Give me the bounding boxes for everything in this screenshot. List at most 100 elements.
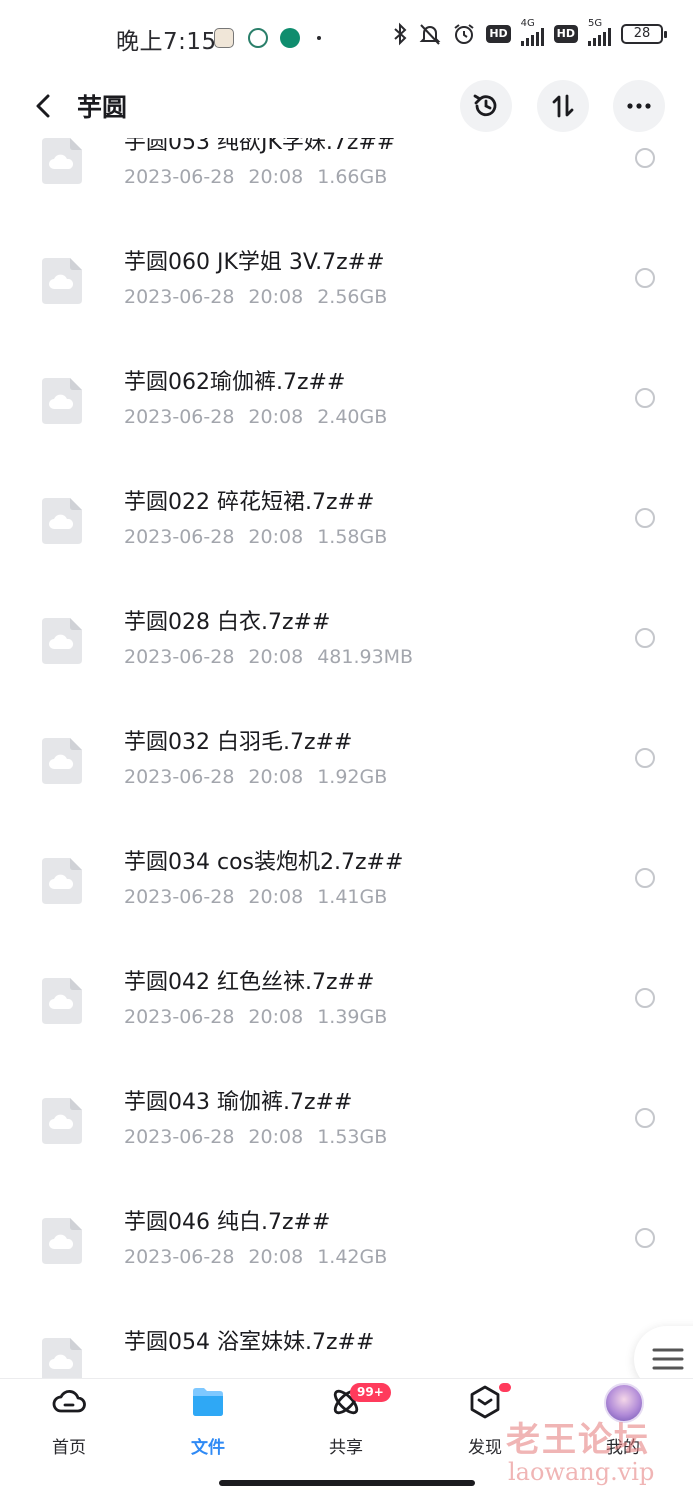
share-badge: 99+ <box>350 1383 391 1402</box>
select-radio[interactable] <box>635 868 655 888</box>
tab-home[interactable]: 首页 <box>19 1385 119 1465</box>
file-date: 2023-06-28 <box>124 406 235 428</box>
tab-files[interactable]: 文件 <box>158 1385 258 1465</box>
more-icon <box>627 103 651 109</box>
file-date: 2023-06-28 <box>124 646 235 668</box>
status-time: 晚上7:15 <box>116 29 217 55</box>
file-row[interactable]: 芋圆046 纯白.7z## 2023-06-28 20:08 1.42GB <box>0 1200 693 1320</box>
file-date: 2023-06-28 <box>124 1126 235 1148</box>
hd-badge-2: HD <box>553 25 578 43</box>
hamburger-menu-icon <box>652 1348 684 1370</box>
file-meta: 2023-06-28 20:08 2.56GB <box>124 286 401 308</box>
file-time: 20:08 <box>248 1246 304 1268</box>
file-row[interactable]: 芋圆062瑜伽裤.7z## 2023-06-28 20:08 2.40GB <box>0 360 693 480</box>
history-icon <box>473 94 497 117</box>
file-list[interactable]: 芋圆053 纯欲JK学妹.7z## 2023-06-28 20:08 1.66GB 芋圆… <box>0 138 693 1378</box>
file-name: 芋圆032 白羽毛.7z## <box>124 730 353 755</box>
select-radio[interactable] <box>635 508 655 528</box>
network-type-4g: 4G <box>520 18 535 29</box>
tab-share-label: 共享 <box>329 1438 363 1458</box>
file-time: 20:08 <box>248 286 304 308</box>
file-time: 20:08 <box>248 646 304 668</box>
file-size: 2.40GB <box>317 406 388 428</box>
status-icons: HD 4G HD 5G 28 <box>392 18 667 46</box>
file-size: 2.56GB <box>317 286 388 308</box>
sort-button[interactable] <box>537 80 589 132</box>
tab-home-label: 首页 <box>52 1438 86 1458</box>
file-name: 芋圆042 红色丝袜.7z## <box>124 970 375 995</box>
file-name: 芋圆034 cos装炮机2.7z## <box>124 850 404 875</box>
select-radio[interactable] <box>635 148 655 168</box>
file-size: 1.66GB <box>317 166 388 188</box>
back-button[interactable] <box>26 88 62 124</box>
file-row[interactable]: 芋圆053 纯欲JK学妹.7z## 2023-06-28 20:08 1.66GB <box>0 138 693 240</box>
file-meta: 2023-06-28 20:08 1.42GB <box>124 1246 401 1268</box>
notification-app-icon-2 <box>280 28 300 48</box>
cloud-file-icon <box>42 738 82 784</box>
select-radio[interactable] <box>635 628 655 648</box>
file-date: 2023-06-28 <box>124 526 235 548</box>
file-row[interactable]: 芋圆054 浴室妹妹.7z## <box>0 1320 693 1378</box>
signal-5g: 5G <box>588 18 611 46</box>
cloud-file-icon <box>42 1218 82 1264</box>
file-meta: 2023-06-28 20:08 2.40GB <box>124 406 401 428</box>
more-button[interactable] <box>613 80 665 132</box>
file-size: 1.42GB <box>317 1246 388 1268</box>
top-app-bar: 芋圆 <box>0 78 693 134</box>
select-radio[interactable] <box>635 1108 655 1128</box>
mute-bell-icon <box>419 24 441 45</box>
file-meta: 2023-06-28 20:08 1.66GB <box>124 166 401 188</box>
cloud-file-icon <box>42 618 82 664</box>
file-name: 芋圆053 纯欲JK学妹.7z## <box>124 138 396 155</box>
file-time: 20:08 <box>248 886 304 908</box>
signal-bars-icon-2 <box>588 28 611 46</box>
tab-share[interactable]: 99+ 共享 <box>296 1383 396 1465</box>
select-radio[interactable] <box>635 988 655 1008</box>
hd-badge: HD <box>486 25 511 43</box>
home-indicator[interactable] <box>219 1480 475 1486</box>
file-time: 20:08 <box>248 766 304 788</box>
file-size: 1.53GB <box>317 1126 388 1148</box>
file-name: 芋圆060 JK学姐 3V.7z## <box>124 250 385 275</box>
select-radio[interactable] <box>635 1228 655 1248</box>
file-row[interactable]: 芋圆060 JK学姐 3V.7z## 2023-06-28 20:08 2.56GB <box>0 240 693 360</box>
file-size: 1.58GB <box>317 526 388 548</box>
back-icon <box>36 94 50 118</box>
signal-bars-icon <box>520 28 544 46</box>
file-row[interactable]: 芋圆034 cos装炮机2.7z## 2023-06-28 20:08 1.41GB <box>0 840 693 960</box>
file-row[interactable]: 芋圆043 瑜伽裤.7z## 2023-06-28 20:08 1.53GB <box>0 1080 693 1200</box>
select-radio[interactable] <box>635 748 655 768</box>
file-name: 芋圆028 白衣.7z## <box>124 610 331 635</box>
file-date: 2023-06-28 <box>124 766 235 788</box>
file-time: 20:08 <box>248 166 304 188</box>
file-row[interactable]: 芋圆028 白衣.7z## 2023-06-28 20:08 481.93MB <box>0 600 693 720</box>
history-button[interactable] <box>460 80 512 132</box>
file-meta: 2023-06-28 20:08 1.53GB <box>124 1126 401 1148</box>
file-name: 芋圆054 浴室妹妹.7z## <box>124 1330 375 1355</box>
battery-icon: 28 <box>621 24 667 44</box>
file-meta: 2023-06-28 20:08 1.58GB <box>124 526 401 548</box>
cloud-file-icon <box>42 1098 82 1144</box>
alarm-icon <box>454 24 474 44</box>
file-date: 2023-06-28 <box>124 1246 235 1268</box>
file-name: 芋圆062瑜伽裤.7z## <box>124 370 346 395</box>
file-time: 20:08 <box>248 526 304 548</box>
cloud-file-icon <box>42 498 82 544</box>
file-row[interactable]: 芋圆022 碎花短裙.7z## 2023-06-28 20:08 1.58GB <box>0 480 693 600</box>
file-size: 481.93MB <box>317 646 414 668</box>
folder-icon <box>193 1388 223 1416</box>
file-row[interactable]: 芋圆042 红色丝袜.7z## 2023-06-28 20:08 1.39GB <box>0 960 693 1080</box>
file-row[interactable]: 芋圆032 白羽毛.7z## 2023-06-28 20:08 1.92GB <box>0 720 693 840</box>
sort-icon <box>552 94 574 118</box>
cloud-file-icon <box>42 258 82 304</box>
file-size: 1.39GB <box>317 1006 388 1028</box>
discover-box-icon <box>470 1385 500 1419</box>
select-radio[interactable] <box>635 268 655 288</box>
network-type-5g: 5G <box>588 18 603 29</box>
select-radio[interactable] <box>635 388 655 408</box>
file-meta: 2023-06-28 20:08 481.93MB <box>124 646 427 668</box>
cloud-file-icon <box>42 1338 82 1378</box>
cloud-file-icon <box>42 858 82 904</box>
file-date: 2023-06-28 <box>124 286 235 308</box>
file-time: 20:08 <box>248 406 304 428</box>
